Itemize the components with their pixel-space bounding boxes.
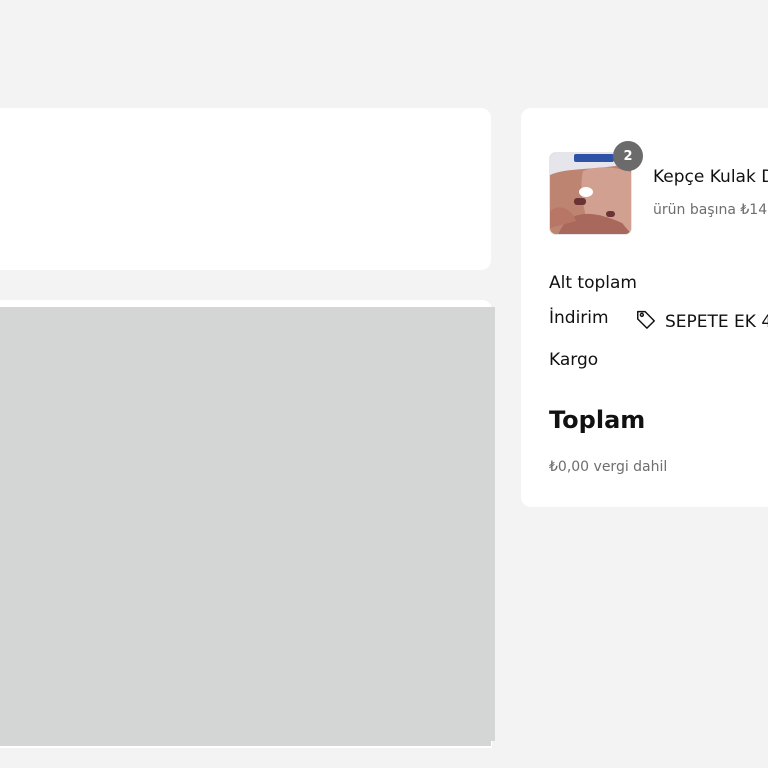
- discount-code-chip: SEPETE EK 49: [635, 308, 768, 335]
- tax-note: ₺0,00 vergi dahil: [549, 459, 668, 475]
- tag-icon: [635, 308, 657, 335]
- subtotal-label: Alt toplam: [549, 273, 637, 293]
- discount-label: İndirim: [549, 308, 609, 328]
- product-name: Kepçe Kulak D: [653, 167, 768, 187]
- loading-placeholder: [0, 307, 495, 746]
- checkout-info-card: [0, 108, 491, 270]
- total-label: Toplam: [549, 406, 646, 434]
- discount-code-text: SEPETE EK 49: [665, 311, 768, 332]
- loading-placeholder-strip: [0, 307, 491, 746]
- checkout-page: 2 Kepçe Kulak D ürün başına ₺149 Alt top…: [0, 0, 768, 768]
- shipping-label: Kargo: [549, 350, 599, 370]
- loading-panel: [0, 300, 495, 748]
- product-unit-price: ürün başına ₺149: [653, 202, 768, 218]
- quantity-badge: 2: [613, 141, 643, 171]
